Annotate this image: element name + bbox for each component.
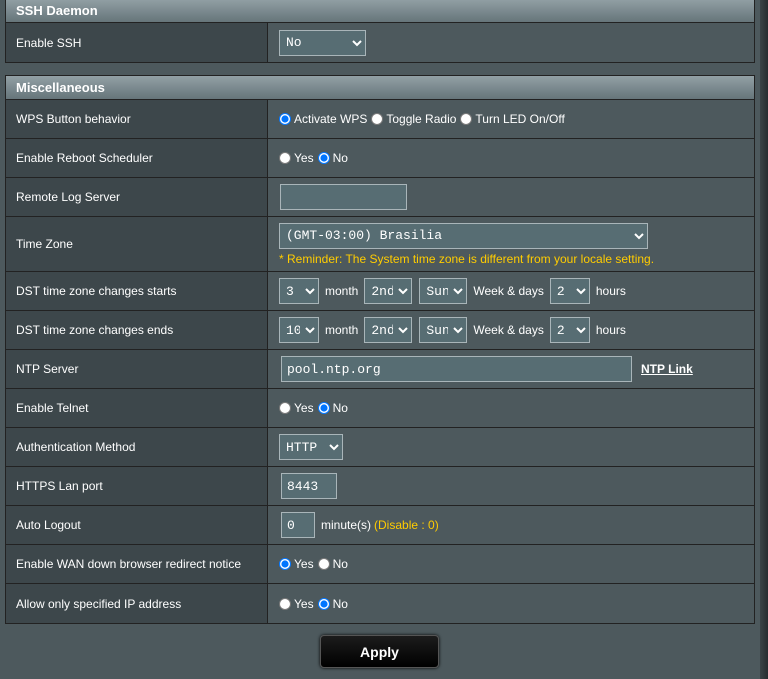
timezone-select[interactable]: (GMT-03:00) Brasilia <box>279 222 648 249</box>
reboot-yes-radio[interactable]: Yes <box>279 151 314 165</box>
dst-start-month-text: month <box>325 284 359 298</box>
telnet-no-radio[interactable]: No <box>317 401 348 415</box>
ssh-section: SSH Daemon Enable SSH No <box>5 0 755 63</box>
dst-end-hour-select[interactable]: 2 <box>549 317 590 343</box>
reboot-label: Enable Reboot Scheduler <box>6 139 268 177</box>
dst-start-wd-text: Week & days <box>473 284 544 298</box>
ntp-server-input[interactable] <box>281 356 632 382</box>
dst-start-label: DST time zone changes starts <box>6 272 268 310</box>
reboot-row: Enable Reboot Scheduler Yes No <box>6 139 754 178</box>
timezone-row: Time Zone (GMT-03:00) Brasilia * Reminde… <box>6 217 754 272</box>
misc-header: Miscellaneous <box>6 76 754 100</box>
logout-note: (Disable : 0) <box>374 518 439 532</box>
wan-redirect-row: Enable WAN down browser redirect notice … <box>6 545 754 584</box>
remote-log-row: Remote Log Server <box>6 178 754 217</box>
allow-ip-row: Allow only specified IP address Yes No <box>6 584 754 623</box>
dst-end-wd-text: Week & days <box>473 323 544 337</box>
dst-end-week-select[interactable]: 2nd <box>364 317 413 343</box>
timezone-label: Time Zone <box>6 217 268 271</box>
ssh-header: SSH Daemon <box>6 0 754 23</box>
dst-end-hours-text: hours <box>595 323 626 337</box>
ntp-label: NTP Server <box>6 350 268 388</box>
dst-start-month-select[interactable]: 3 <box>279 278 319 304</box>
dst-end-row: DST time zone changes ends 10 month 2nd … <box>6 311 754 350</box>
logout-unit: minute(s) <box>321 518 372 532</box>
telnet-row: Enable Telnet Yes No <box>6 389 754 428</box>
wps-toggle-radio[interactable]: Toggle Radio <box>371 112 456 126</box>
misc-section: Miscellaneous WPS Button behavior Activa… <box>5 75 755 624</box>
wps-led-radio[interactable]: Turn LED On/Off <box>460 112 565 126</box>
remote-log-label: Remote Log Server <box>6 178 268 216</box>
dst-start-row: DST time zone changes starts 3 month 2nd… <box>6 272 754 311</box>
apply-button[interactable]: Apply <box>320 635 439 668</box>
dst-end-month-select[interactable]: 10 <box>279 317 319 343</box>
wps-row: WPS Button behavior Activate WPS Toggle … <box>6 100 754 139</box>
remote-log-input[interactable] <box>280 184 407 210</box>
allow-ip-label: Allow only specified IP address <box>6 584 268 623</box>
logout-input[interactable] <box>281 512 315 538</box>
allow-ip-yes-radio[interactable]: Yes <box>279 597 314 611</box>
dst-end-label: DST time zone changes ends <box>6 311 268 349</box>
dst-start-hour-select[interactable]: 2 <box>549 278 590 304</box>
enable-ssh-label: Enable SSH <box>6 23 268 62</box>
allow-ip-no-radio[interactable]: No <box>317 597 348 611</box>
dst-end-month-text: month <box>325 323 359 337</box>
https-port-row: HTTPS Lan port <box>6 467 754 506</box>
wps-activate-radio[interactable]: Activate WPS <box>279 112 367 126</box>
ntp-link[interactable]: NTP Link <box>641 362 693 376</box>
dst-start-day-select[interactable]: Sun <box>419 278 468 304</box>
wan-redirect-label: Enable WAN down browser redirect notice <box>6 545 268 583</box>
reboot-no-radio[interactable]: No <box>317 151 348 165</box>
page-edge <box>760 0 768 679</box>
logout-row: Auto Logout minute(s) (Disable : 0) <box>6 506 754 545</box>
wps-label: WPS Button behavior <box>6 100 268 138</box>
https-port-input[interactable] <box>281 473 337 499</box>
auth-row: Authentication Method HTTP <box>6 428 754 467</box>
auth-label: Authentication Method <box>6 428 268 466</box>
dst-start-week-select[interactable]: 2nd <box>364 278 413 304</box>
https-port-label: HTTPS Lan port <box>6 467 268 505</box>
enable-ssh-row: Enable SSH No <box>6 23 754 62</box>
wan-redirect-yes-radio[interactable]: Yes <box>279 557 314 571</box>
telnet-yes-radio[interactable]: Yes <box>279 401 314 415</box>
telnet-label: Enable Telnet <box>6 389 268 427</box>
timezone-reminder: * Reminder: The System time zone is diff… <box>279 251 655 266</box>
wan-redirect-no-radio[interactable]: No <box>317 557 348 571</box>
ntp-row: NTP Server NTP Link <box>6 350 754 389</box>
enable-ssh-select[interactable]: No <box>279 29 366 56</box>
dst-end-day-select[interactable]: Sun <box>419 317 468 343</box>
auth-method-select[interactable]: HTTP <box>279 434 343 460</box>
dst-start-hours-text: hours <box>595 284 626 298</box>
logout-label: Auto Logout <box>6 506 268 544</box>
